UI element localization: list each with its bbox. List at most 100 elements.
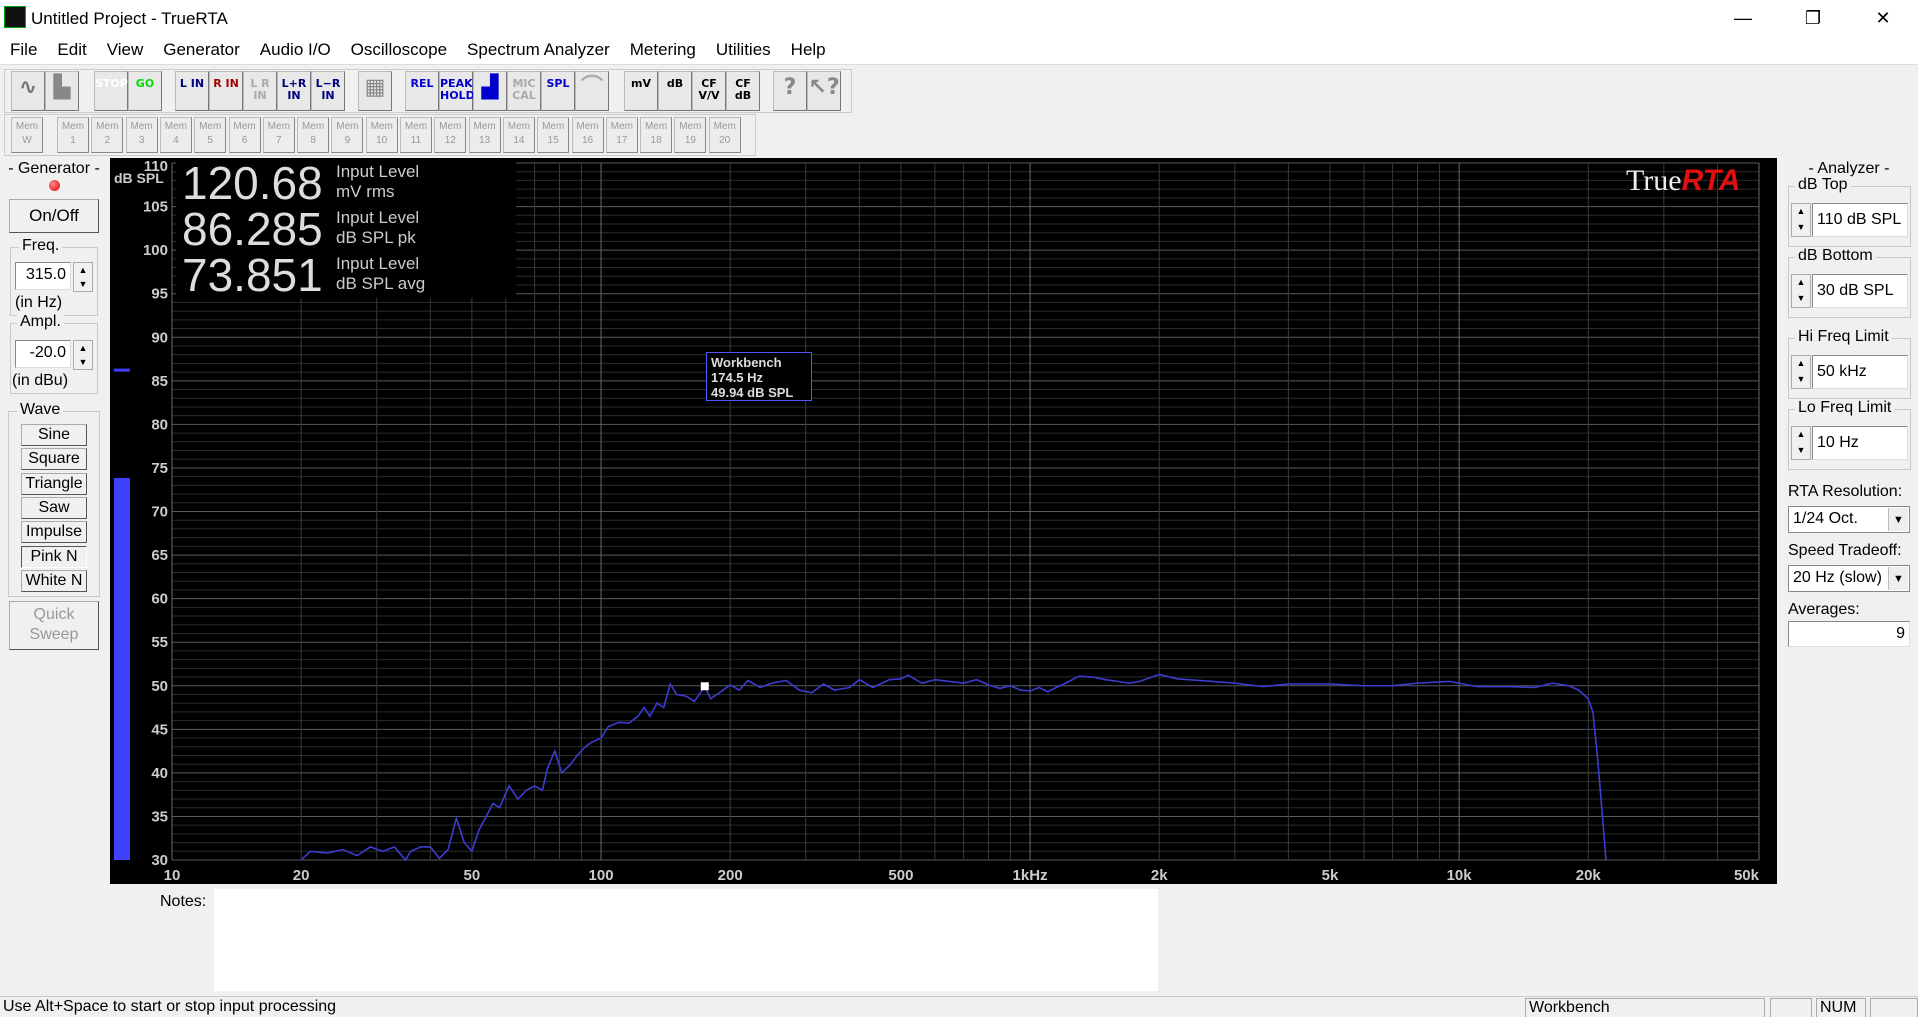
memory-button-14[interactable]: Mem 14 xyxy=(502,117,535,153)
hi-freq-limit-spinner[interactable]: ▲ ▼ xyxy=(1791,355,1811,389)
lr-in-button[interactable]: L R IN xyxy=(243,71,277,111)
hi-freq-limit-input[interactable]: 50 kHz xyxy=(1812,355,1908,389)
menu-utilities[interactable]: Utilities xyxy=(706,37,781,64)
memory-button-13[interactable]: Mem 13 xyxy=(468,117,501,153)
close-button[interactable]: ✕ xyxy=(1860,4,1906,32)
help-button[interactable]: ? xyxy=(773,71,807,111)
status-mode: Workbench xyxy=(1525,998,1765,1017)
memory-button-18[interactable]: Mem 18 xyxy=(640,117,673,153)
memory-button-11[interactable]: Mem 11 xyxy=(400,117,432,153)
menu-help[interactable]: Help xyxy=(781,37,836,64)
right-in-button[interactable]: R IN xyxy=(209,71,243,111)
memory-button-7[interactable]: Mem 7 xyxy=(262,117,295,153)
dropdown-arrow-icon[interactable]: ▼ xyxy=(1888,567,1908,590)
spectrum-mode-button[interactable]: ▙ xyxy=(45,71,79,111)
readout-label: Input Level xyxy=(336,254,420,273)
freq-input[interactable]: 315.0 xyxy=(15,262,71,290)
memory-button-16[interactable]: Mem 16 xyxy=(571,117,604,153)
context-help-button[interactable]: ↖? xyxy=(807,71,841,111)
cursor-tooltip: Workbench 174.5 Hz 49.94 dB SPL xyxy=(706,352,812,401)
memory-button-w[interactable]: Mem W xyxy=(11,117,43,153)
memory-button-15[interactable]: Mem 15 xyxy=(537,117,570,153)
freq-spinner[interactable]: ▲ ▼ xyxy=(73,262,93,292)
wave-square-button[interactable]: Square xyxy=(21,448,87,471)
db-bottom-group: dB Bottom ▲ ▼ 30 dB SPL xyxy=(1788,247,1911,318)
memory-button-1[interactable]: Mem 1 xyxy=(57,117,89,153)
mv-button[interactable]: mV xyxy=(624,71,658,111)
readout-label: Input Level xyxy=(336,162,420,181)
restore-button[interactable]: ❐ xyxy=(1790,4,1836,32)
db-bottom-spinner[interactable]: ▲ ▼ xyxy=(1791,274,1811,308)
menu-audio-i-o[interactable]: Audio I/O xyxy=(250,37,341,64)
window-title: Untitled Project - TrueRTA xyxy=(31,9,228,28)
level-meter-peak xyxy=(114,368,130,372)
x-tick-label: 1kHz xyxy=(1013,867,1048,884)
memory-button-4[interactable]: Mem 4 xyxy=(159,117,192,153)
memory-button-5[interactable]: Mem 5 xyxy=(194,117,227,153)
memory-button-12[interactable]: Mem 12 xyxy=(434,117,467,153)
lo-freq-limit-spinner[interactable]: ▲ ▼ xyxy=(1791,426,1811,460)
go-button[interactable]: GO xyxy=(128,71,162,111)
wave-triangle-button[interactable]: Triangle xyxy=(21,472,87,495)
quick-sweep-button[interactable]: Quick Sweep xyxy=(9,601,99,650)
bar-graph-button[interactable]: ▟ xyxy=(473,71,507,111)
mic-cal-button[interactable]: MIC CAL xyxy=(507,71,541,111)
y-tick-label: 40 xyxy=(151,765,168,782)
db-bottom-input[interactable]: 30 dB SPL xyxy=(1812,274,1908,308)
wave-white-n-button[interactable]: White N xyxy=(21,569,87,592)
peak-hold-button[interactable]: PEAK HOLD xyxy=(439,71,475,111)
averages-input[interactable]: 9 xyxy=(1788,621,1910,647)
analyzer-panel: - Analyzer - dB Top ▲ ▼ 110 dB SPL dB Bottom… xyxy=(1780,158,1918,658)
speed-tradeoff-select[interactable]: 20 Hz (slow) ▼ xyxy=(1788,565,1910,592)
rta-resolution-select[interactable]: 1/24 Oct. ▼ xyxy=(1788,506,1910,533)
readout-unit: dB SPL avg xyxy=(336,274,426,293)
rel-button[interactable]: REL xyxy=(405,71,439,111)
menu-spectrum-analyzer[interactable]: Spectrum Analyzer xyxy=(457,37,620,64)
menu-oscilloscope[interactable]: Oscilloscope xyxy=(341,37,457,64)
grid-button[interactable]: ▦ xyxy=(358,71,392,111)
minimize-button[interactable]: — xyxy=(1720,4,1766,32)
generator-on-off-button[interactable]: On/Off xyxy=(9,199,99,233)
menu-view[interactable]: View xyxy=(97,37,154,64)
memory-button-20[interactable]: Mem 20 xyxy=(708,117,741,153)
memory-button-8[interactable]: Mem 8 xyxy=(297,117,330,153)
memory-button-6[interactable]: Mem 6 xyxy=(228,117,261,153)
wave-impulse-button[interactable]: Impulse xyxy=(21,521,87,544)
memory-button-2[interactable]: Mem 2 xyxy=(91,117,124,153)
menu-metering[interactable]: Metering xyxy=(620,37,706,64)
ampl-spinner[interactable]: ▲ ▼ xyxy=(73,340,93,370)
level-meter-bar xyxy=(114,477,130,860)
l-plus-r-in-button[interactable]: L+R IN xyxy=(277,71,311,111)
notes-textarea[interactable] xyxy=(214,889,1158,991)
memory-button-19[interactable]: Mem 19 xyxy=(674,117,707,153)
dropdown-arrow-icon[interactable]: ▼ xyxy=(1888,508,1908,531)
weighting-button[interactable]: ⌒ xyxy=(575,71,609,111)
y-tick-label: 90 xyxy=(151,329,168,346)
menu-edit[interactable]: Edit xyxy=(47,37,96,64)
memory-button-9[interactable]: Mem 9 xyxy=(331,117,364,153)
memory-button-3[interactable]: Mem 3 xyxy=(125,117,158,153)
menu-generator[interactable]: Generator xyxy=(153,37,250,64)
memory-button-17[interactable]: Mem 17 xyxy=(605,117,638,153)
stop-button[interactable]: STOP xyxy=(94,71,128,111)
db-bottom-label: dB Bottom xyxy=(1795,247,1876,265)
ampl-input[interactable]: -20.0 xyxy=(15,340,71,368)
db-top-spinner[interactable]: ▲ ▼ xyxy=(1791,203,1811,237)
db-top-input[interactable]: 110 dB SPL xyxy=(1812,203,1908,237)
wave-saw-button[interactable]: Saw xyxy=(21,496,87,519)
cf-db-button[interactable]: CF dB xyxy=(726,71,760,111)
spl-button[interactable]: SPL xyxy=(541,71,575,111)
lo-freq-limit-input[interactable]: 10 Hz xyxy=(1812,426,1908,460)
oscilloscope-mode-button[interactable]: ∿ xyxy=(11,71,45,111)
wave-sine-button[interactable]: Sine xyxy=(21,424,87,446)
y-tick-label: 95 xyxy=(151,286,168,303)
memory-button-10[interactable]: Mem 10 xyxy=(365,117,398,153)
freq-unit: (in Hz) xyxy=(15,294,63,311)
l-minus-r-in-button[interactable]: L−R IN xyxy=(311,71,345,111)
app-icon xyxy=(4,6,26,28)
menu-file[interactable]: File xyxy=(0,37,47,64)
left-in-button[interactable]: L IN xyxy=(175,71,209,111)
db-button[interactable]: dB xyxy=(658,71,692,111)
wave-pink-n-button[interactable]: Pink N xyxy=(21,545,87,568)
cf-vv-button[interactable]: CF V/V xyxy=(692,71,726,111)
